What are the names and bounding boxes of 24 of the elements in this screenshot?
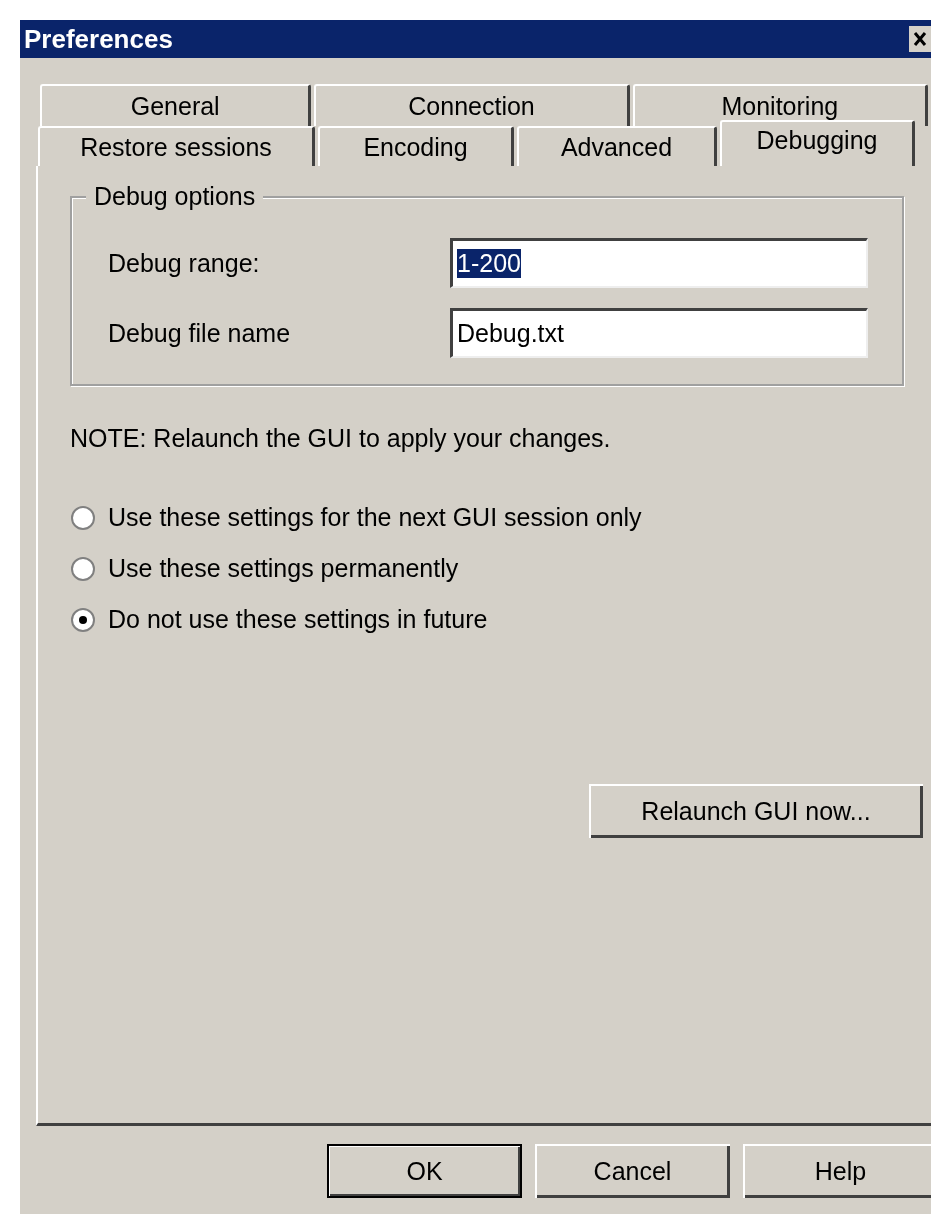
tab[interactable]: General — [40, 84, 312, 126]
input-field[interactable]: Debug.txt — [450, 308, 868, 358]
close-icon[interactable] — [909, 26, 931, 52]
window-title: Preferences — [23, 23, 173, 55]
tab[interactable]: Monitoring — [632, 84, 928, 126]
field-label: Debug range: — [107, 248, 260, 278]
radio-button[interactable] — [70, 555, 96, 582]
dialog-button[interactable]: OK — [327, 1144, 522, 1198]
radio-label[interactable]: Do not use these settings in future — [108, 605, 488, 634]
radio-label[interactable]: Use these settings for the next GUI session only — [108, 503, 642, 532]
tab[interactable]: Advanced — [517, 126, 717, 166]
relaunch-button[interactable]: Relaunch GUI now... — [589, 784, 923, 838]
dialog-button[interactable]: Cancel — [535, 1144, 730, 1198]
tab[interactable]: Connection — [314, 84, 630, 126]
radio-label[interactable]: Use these settings permanently — [108, 554, 459, 583]
input-field[interactable]: 1-200 — [450, 238, 868, 288]
radio-button[interactable] — [70, 504, 96, 531]
tab[interactable]: Debugging — [720, 120, 915, 166]
tab[interactable]: Encoding — [318, 126, 514, 166]
dialog-button[interactable]: Help — [743, 1144, 931, 1198]
radio-button[interactable] — [70, 606, 96, 633]
tab[interactable]: Restore sessions — [38, 126, 315, 166]
note-text: NOTE: Relaunch the GUI to apply your changes. — [70, 424, 612, 453]
field-label: Debug file name — [107, 318, 291, 348]
